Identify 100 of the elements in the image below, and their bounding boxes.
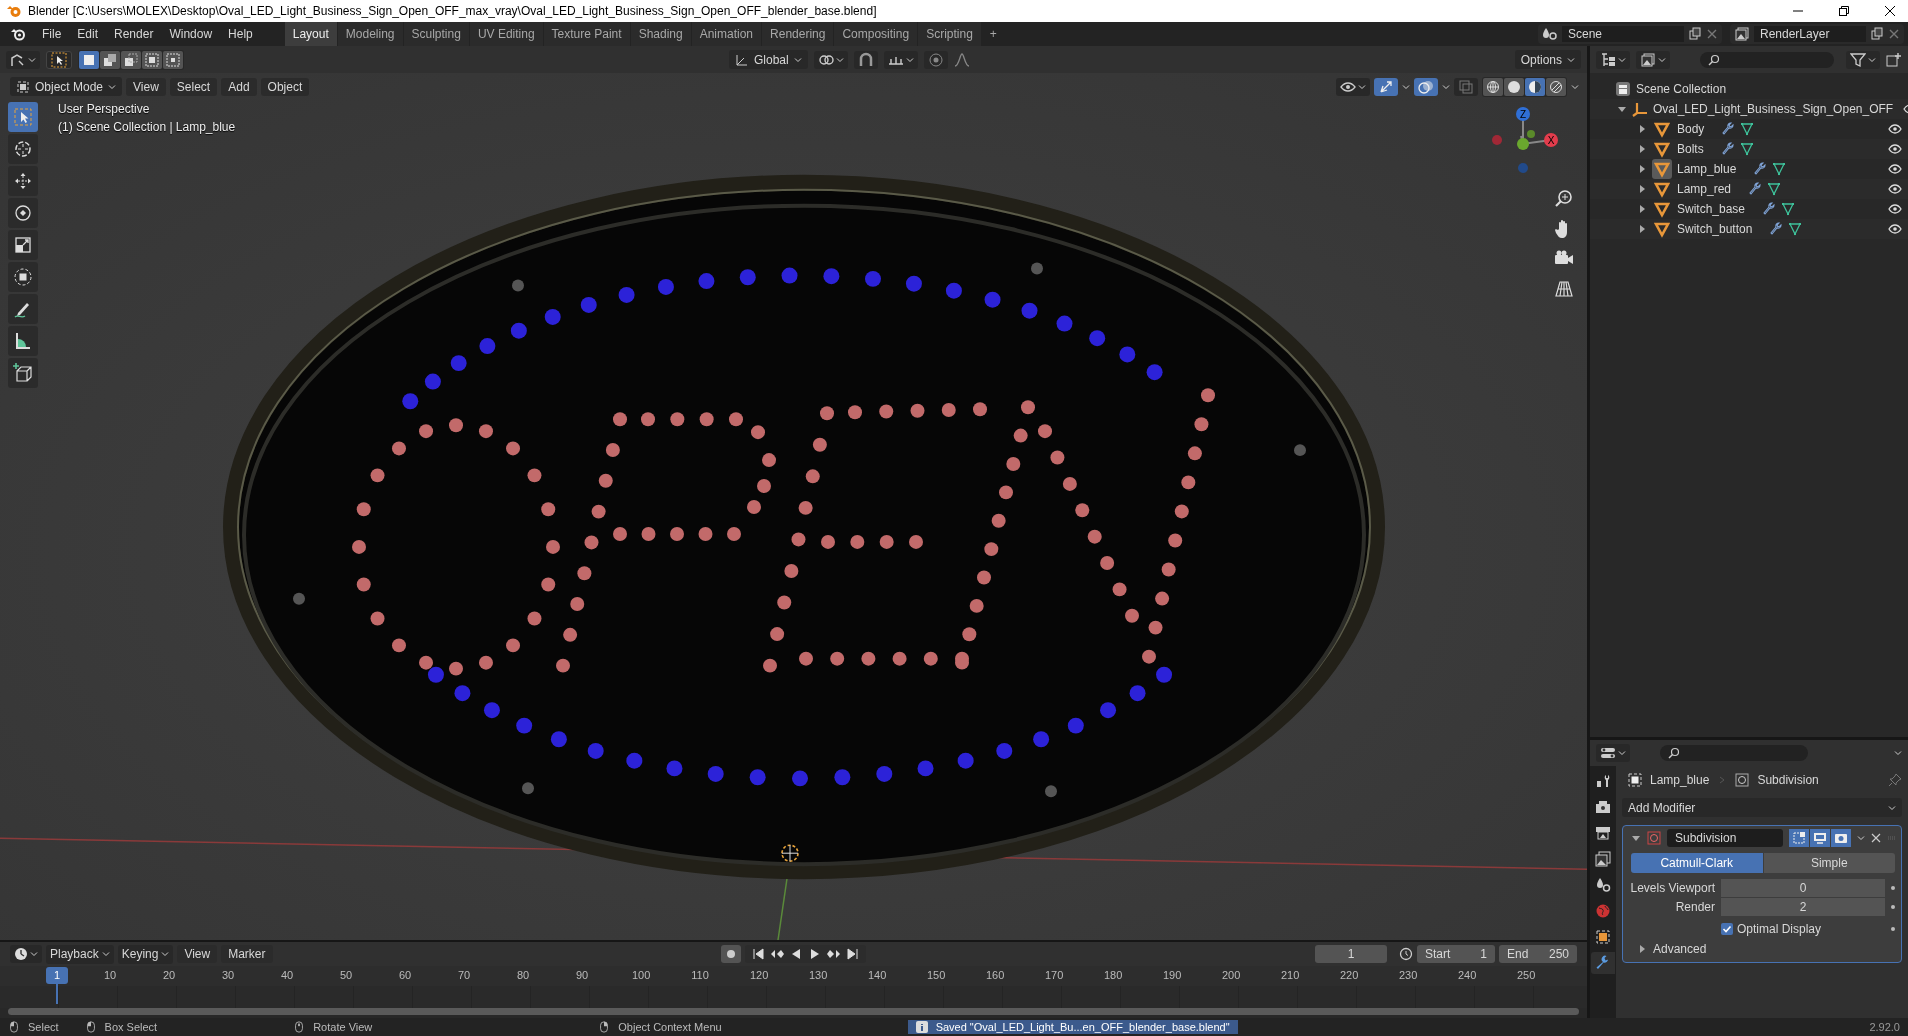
- move-tool-button[interactable]: [8, 166, 38, 196]
- number-field[interactable]: 2: [1721, 898, 1885, 916]
- axis-gizmo-drawing[interactable]: Z X: [1483, 100, 1563, 180]
- shading-mode-button[interactable]: [1546, 77, 1566, 96]
- editor-type-button[interactable]: [10, 945, 42, 963]
- selection-mode-button[interactable]: [79, 50, 99, 69]
- current-frame-indicator[interactable]: 1: [46, 967, 68, 984]
- eye-icon[interactable]: [1888, 142, 1902, 156]
- outliner-item[interactable]: Scene Collection: [1636, 82, 1727, 96]
- outliner-item[interactable]: Body: [1677, 122, 1705, 136]
- snap-target-button[interactable]: [883, 50, 918, 69]
- expand-arrow-icon[interactable]: [1637, 944, 1647, 954]
- subdivision-type-option[interactable]: Catmull-Clark: [1631, 853, 1763, 873]
- outliner-item[interactable]: Bolts: [1677, 142, 1704, 156]
- caret-icon[interactable]: [1442, 82, 1450, 91]
- eye-icon[interactable]: [1888, 122, 1902, 136]
- collapse-arrow-icon[interactable]: [1631, 833, 1641, 843]
- workspace-tab[interactable]: Texture Paint: [543, 22, 630, 46]
- modifiers-properties-tab[interactable]: [1591, 952, 1615, 974]
- view-layer-icon[interactable]: [1734, 26, 1750, 42]
- search-field[interactable]: [1660, 745, 1808, 761]
- workspace-tab[interactable]: Compositing: [834, 22, 918, 46]
- current-frame-field[interactable]: 1: [1315, 945, 1387, 963]
- outliner-item[interactable]: Lamp_blue: [1677, 162, 1737, 176]
- add-modifier-dropdown[interactable]: Add Modifier: [1622, 798, 1902, 817]
- restore-icon[interactable]: [1838, 5, 1850, 17]
- caret-icon[interactable]: [1857, 834, 1865, 842]
- scene-icon[interactable]: [1542, 26, 1558, 42]
- rotate-tool-button[interactable]: [8, 198, 38, 228]
- workspace-tab[interactable]: Scripting: [918, 22, 981, 46]
- view-layer-name-field[interactable]: RenderLayer: [1754, 26, 1866, 42]
- workspace-tab[interactable]: Layout: [284, 22, 337, 46]
- menu-item[interactable]: Help: [220, 27, 261, 41]
- timeline-menu-dropdown[interactable]: Playback: [46, 944, 114, 964]
- object-mode-dropdown[interactable]: Object Mode: [10, 77, 123, 96]
- editor-type-button[interactable]: [1596, 744, 1630, 762]
- blender-logo-icon[interactable]: [10, 26, 26, 42]
- copy-icon[interactable]: [1870, 27, 1884, 41]
- selection-mode-button[interactable]: [121, 50, 141, 69]
- keyframe-dot-icon[interactable]: [1891, 905, 1895, 909]
- next-keyframe-icon[interactable]: [827, 947, 842, 961]
- mesh-data-icon[interactable]: [1781, 202, 1796, 216]
- snap-button[interactable]: [853, 50, 878, 69]
- checkbox[interactable]: [1721, 923, 1733, 935]
- scale-tool-button[interactable]: [8, 230, 38, 260]
- eye-icon[interactable]: [1888, 162, 1902, 176]
- outliner-item[interactable]: Oval_LED_Light_Business_Sign_Open_OFF: [1653, 102, 1894, 116]
- edit-mode-toggle[interactable]: [1789, 829, 1809, 847]
- timeline-menu[interactable]: Marker: [221, 945, 273, 963]
- close-icon[interactable]: [1884, 5, 1896, 17]
- filter-button[interactable]: [1846, 50, 1880, 69]
- workspace-tab[interactable]: Animation: [691, 22, 762, 46]
- viewport-toggle[interactable]: [1810, 829, 1830, 847]
- caret-icon[interactable]: [1571, 82, 1579, 91]
- workspace-tab[interactable]: Shading: [630, 22, 691, 46]
- render-toggle[interactable]: [1831, 829, 1851, 847]
- clock-icon[interactable]: [1399, 947, 1413, 961]
- workspace-tab[interactable]: Rendering: [762, 22, 834, 46]
- mesh-data-icon[interactable]: [1772, 162, 1787, 176]
- options-dropdown[interactable]: Options: [1514, 50, 1581, 69]
- menu-item[interactable]: Render: [106, 27, 162, 41]
- mesh-object-icon[interactable]: [1652, 159, 1672, 179]
- menu-item[interactable]: Window: [161, 27, 221, 41]
- mesh-data-icon[interactable]: [1767, 182, 1782, 196]
- shading-mode-button[interactable]: [1504, 77, 1524, 96]
- transform-tool-button[interactable]: [8, 262, 38, 292]
- caret-icon[interactable]: [1402, 82, 1410, 91]
- shading-mode-button[interactable]: [1483, 77, 1503, 96]
- proportional-editing-button[interactable]: [923, 50, 948, 69]
- scrollbar[interactable]: [8, 1008, 1579, 1015]
- outliner-item[interactable]: Switch_base: [1677, 202, 1746, 216]
- display-mode-button[interactable]: [1636, 50, 1670, 69]
- jump-to-end-icon[interactable]: [846, 947, 861, 961]
- timeline-menu[interactable]: View: [177, 945, 218, 963]
- eye-icon[interactable]: [1888, 202, 1902, 216]
- number-field[interactable]: 0: [1721, 879, 1885, 897]
- editor-type-button[interactable]: [1596, 50, 1630, 69]
- start-frame-field[interactable]: Start 1: [1417, 945, 1495, 963]
- mesh-data-icon[interactable]: [1740, 122, 1755, 136]
- subdivision-type-option[interactable]: Simple: [1763, 853, 1895, 873]
- editor-type-button[interactable]: [6, 50, 40, 69]
- measure-tool-button[interactable]: [8, 326, 38, 356]
- copy-icon[interactable]: [1688, 27, 1702, 41]
- outliner-item[interactable]: Lamp_red: [1677, 182, 1732, 196]
- wrench-icon[interactable]: [1720, 142, 1735, 156]
- falloff-curve-icon[interactable]: [953, 51, 970, 68]
- workspace-tab[interactable]: UV Editing: [469, 22, 543, 46]
- menu-item[interactable]: File: [34, 27, 70, 41]
- end-frame-field[interactable]: End 250: [1499, 945, 1577, 963]
- timeline-menu-dropdown[interactable]: Keying: [117, 944, 174, 964]
- menu-item[interactable]: Edit: [69, 27, 107, 41]
- search-field[interactable]: [1700, 51, 1834, 68]
- add-workspace-button[interactable]: +: [981, 22, 1005, 46]
- grid-icon[interactable]: [1553, 278, 1575, 300]
- workspace-tab[interactable]: Sculpting: [403, 22, 469, 46]
- wrench-icon[interactable]: [1753, 162, 1768, 176]
- outliner-item[interactable]: Switch_button: [1677, 222, 1753, 236]
- keyframe-dot-icon[interactable]: [1891, 927, 1895, 931]
- selection-mode-button[interactable]: [142, 50, 162, 69]
- wrench-icon[interactable]: [1762, 202, 1777, 216]
